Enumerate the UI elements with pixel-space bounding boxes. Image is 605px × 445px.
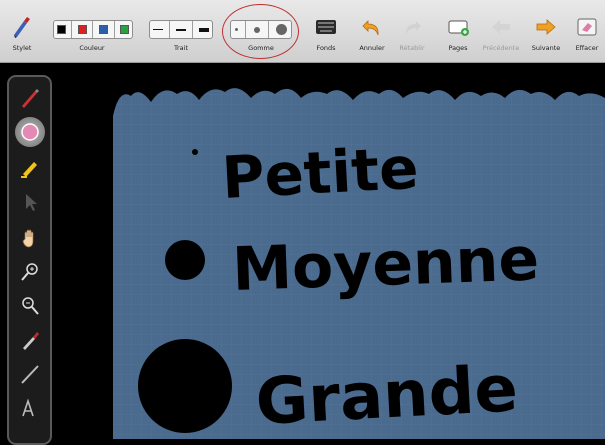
trait-medium[interactable] — [176, 28, 186, 31]
canvas-drawing: Petite Moyenne Grande — [113, 88, 605, 440]
annuler-button[interactable]: Annuler — [352, 0, 392, 63]
effacer-button[interactable]: Effacer — [569, 0, 605, 63]
suivante-label: Suivante — [531, 44, 561, 52]
trait-label: Trait — [173, 44, 189, 52]
magnifier-minus-icon — [21, 297, 39, 315]
annotation-circle — [222, 4, 299, 59]
text-tool-icon — [21, 398, 34, 417]
stylet-button[interactable]: Stylet — [2, 0, 42, 63]
retablir-button[interactable]: Rétablir — [392, 0, 432, 63]
magnifier-plus-icon — [20, 263, 38, 281]
large-dot — [138, 339, 232, 433]
annuler-label: Annuler — [359, 44, 385, 52]
pen-icon — [21, 89, 39, 108]
zoom-in-tool[interactable] — [15, 257, 45, 287]
fonds-button[interactable]: Fonds — [308, 0, 344, 63]
arrow-left-icon — [492, 20, 510, 34]
eraser-icon — [20, 123, 39, 141]
pages-icon — [448, 20, 469, 36]
drawing-canvas[interactable]: Petite Moyenne Grande — [61, 64, 605, 440]
line-tool[interactable] — [15, 359, 45, 389]
pages-button[interactable]: Pages — [438, 0, 478, 63]
pipette-tool[interactable] — [15, 325, 45, 355]
arrow-right-icon — [536, 19, 556, 35]
trait-thick[interactable] — [199, 27, 209, 32]
pen-tool[interactable] — [15, 83, 45, 113]
highlighter-tool[interactable] — [15, 153, 45, 183]
color-swatch-black[interactable] — [56, 25, 66, 34]
stylet-label: Stylet — [12, 44, 32, 52]
word-grande: Grande — [254, 352, 520, 439]
couleur-group: Couleur — [48, 0, 136, 63]
text-tool[interactable] — [15, 393, 45, 423]
pointer-tool[interactable] — [15, 187, 45, 217]
pages-label: Pages — [448, 44, 468, 52]
color-swatch-green[interactable] — [120, 25, 130, 34]
hand-tool[interactable] — [15, 223, 45, 253]
redo-icon — [405, 21, 421, 35]
zoom-out-tool[interactable] — [15, 291, 45, 321]
fonds-label: Fonds — [316, 44, 336, 52]
word-petite: Petite — [220, 134, 420, 212]
color-swatch-blue[interactable] — [99, 25, 109, 34]
effacer-label: Effacer — [575, 44, 599, 52]
precedente-label: Précédente — [482, 44, 520, 52]
medium-dot — [165, 240, 205, 280]
eraser-clear-icon — [577, 18, 597, 36]
undo-icon — [362, 20, 379, 36]
small-dot — [192, 149, 198, 155]
line-icon — [20, 365, 39, 384]
retablir-label: Rétablir — [399, 44, 425, 52]
pipette-icon — [22, 332, 39, 350]
trait-thin[interactable] — [153, 29, 163, 30]
trait-group: Trait — [147, 0, 215, 63]
precedente-button[interactable]: Précédente — [478, 0, 524, 63]
tool-palette — [7, 75, 52, 445]
color-swatch-red[interactable] — [77, 25, 87, 34]
stylet-icon — [14, 17, 30, 38]
word-moyenne: Moyenne — [231, 224, 540, 305]
highlighter-icon — [20, 162, 37, 178]
main-toolbar: Stylet Couleur Trait Gomme Fonds Annuler… — [0, 0, 605, 63]
hand-icon — [22, 229, 33, 248]
couleur-label: Couleur — [79, 44, 105, 52]
eraser-tool[interactable] — [14, 117, 45, 147]
keyboard-icon — [316, 20, 336, 34]
suivante-button[interactable]: Suivante — [524, 0, 568, 63]
pointer-icon — [25, 194, 37, 211]
